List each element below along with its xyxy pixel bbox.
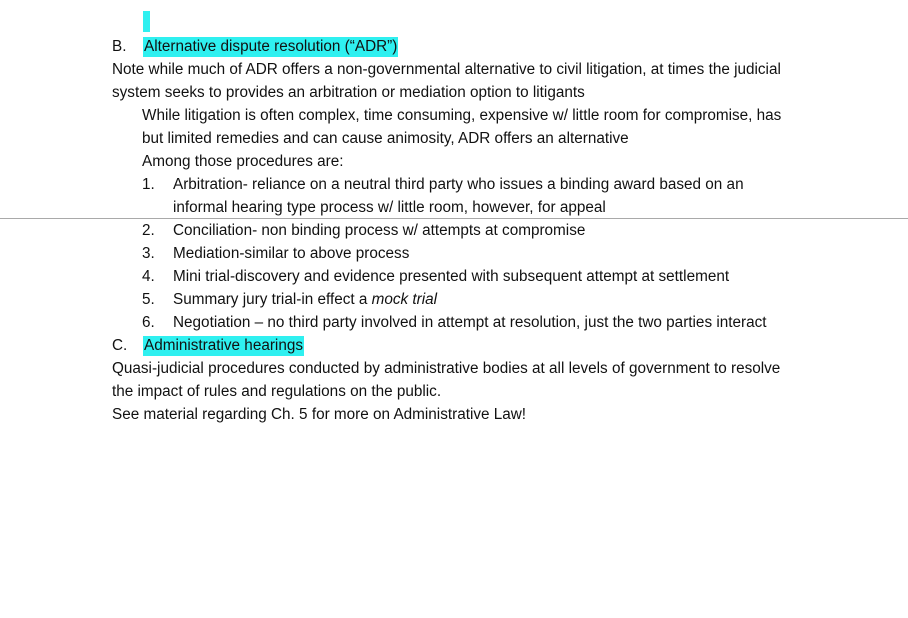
list-item: 1. Arbitration- reliance on a neutral thi… <box>142 173 862 219</box>
page-break-rule <box>0 218 908 219</box>
list-item-text: Negotiation – no third party involved in… <box>173 314 767 331</box>
section-marker-c: C. <box>112 337 128 354</box>
list-item-number: 4. <box>142 268 155 285</box>
list-item-text: Summary jury trial-in effect a <box>173 291 372 308</box>
list-item: 5. Summary jury trial-in effect a mock tr… <box>142 288 862 311</box>
list-item: 3. Mediation-similar to above process <box>142 242 862 265</box>
list-item-number: 3. <box>142 245 155 262</box>
section-heading-b: B. Alternative dispute resolution (“ADR”) <box>112 35 399 58</box>
list-item-text: Mediation-similar to above process <box>173 245 410 262</box>
paragraph-c-line-2: the impact of rules and regulations on t… <box>112 383 442 400</box>
list-item-number: 5. <box>142 291 155 308</box>
procedures-numbered-list: 1. Arbitration- reliance on a neutral thi… <box>142 173 862 334</box>
section-marker-b: B. <box>112 38 127 55</box>
list-item-text: Mini trial-discovery and evidence presen… <box>173 268 730 285</box>
paragraph-c-line-3: See material regarding Ch. 5 for more on… <box>112 406 527 423</box>
paragraph-c-line-1: Quasi-judicial procedures conducted by a… <box>112 360 781 377</box>
section-title-b: Alternative dispute resolution (“ADR”) <box>143 37 399 57</box>
list-item-italic-text: mock trial <box>371 291 438 308</box>
list-item-text: Arbitration- reliance on a neutral third… <box>173 176 744 193</box>
paragraph-b-indent-line-1: While litigation is often complex, time … <box>142 107 782 124</box>
list-item-continuation: informal hearing type process w/ little … <box>173 199 606 216</box>
document-page: B. Alternative dispute resolution (“ADR”)… <box>0 0 908 618</box>
paragraph-b-note-line-2: system seeks to provides an arbitration … <box>112 84 585 101</box>
section-title-c: Administrative hearings <box>143 336 304 356</box>
list-item-number: 2. <box>142 222 155 239</box>
list-item-text: Conciliation- non binding process w/ att… <box>173 222 586 239</box>
paragraph-b-note-line-1: Note while much of ADR offers a non-gove… <box>112 61 781 78</box>
paragraph-b-indent-line-3: Among those procedures are: <box>142 153 344 170</box>
paragraph-b-indent-line-2: but limited remedies and can cause animo… <box>142 130 629 147</box>
empty-highlight-mark <box>143 11 150 32</box>
list-item: 2. Conciliation- non binding process w/ a… <box>142 219 862 242</box>
list-item-number: 6. <box>142 314 155 331</box>
list-item: 4. Mini trial-discovery and evidence pres… <box>142 265 862 288</box>
list-item: 6. Negotiation – no third party involved … <box>142 311 862 334</box>
list-item-number: 1. <box>142 176 155 193</box>
section-heading-c: C. Administrative hearings <box>112 334 304 357</box>
